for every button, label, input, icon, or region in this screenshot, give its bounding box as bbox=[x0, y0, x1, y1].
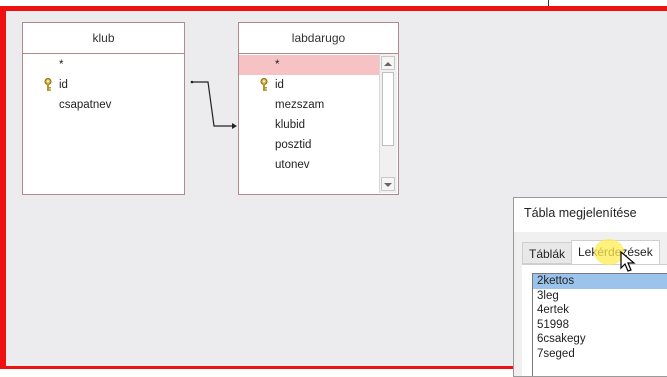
query-list[interactable]: 2kettos 3leg 4ertek 51998 6csakegy 7sege… bbox=[532, 273, 667, 376]
scroll-down-button[interactable] bbox=[381, 177, 395, 191]
show-table-dialog[interactable]: Tábla megjelenítése Táblák Lekérdezések … bbox=[513, 197, 667, 377]
list-item[interactable]: 3leg bbox=[533, 289, 667, 304]
field-posztid[interactable]: posztid bbox=[239, 135, 379, 155]
mouse-pointer-icon bbox=[620, 250, 636, 272]
field-id[interactable]: id bbox=[23, 75, 184, 95]
field-label: * bbox=[275, 59, 280, 71]
field-all[interactable]: * bbox=[239, 55, 379, 75]
field-list-scrollbar[interactable] bbox=[379, 54, 397, 193]
list-item[interactable]: 6csakegy bbox=[533, 332, 667, 347]
field-label: utonev bbox=[275, 159, 310, 171]
list-item[interactable]: 51998 bbox=[533, 318, 667, 333]
dialog-title: Tábla megjelenítése bbox=[524, 206, 637, 220]
list-item[interactable]: 4ertek bbox=[533, 303, 667, 318]
field-all[interactable]: * bbox=[23, 55, 184, 75]
field-csapatnev[interactable]: csapatnev bbox=[23, 95, 184, 115]
tab-panel: 2kettos 3leg 4ertek 51998 6csakegy 7sege… bbox=[522, 264, 667, 376]
field-label: klubid bbox=[275, 119, 306, 131]
field-utonev[interactable]: utonev bbox=[239, 155, 379, 175]
table-title[interactable]: klub bbox=[23, 23, 184, 54]
field-id[interactable]: id bbox=[239, 75, 379, 95]
field-label: id bbox=[59, 79, 68, 91]
primary-key-icon bbox=[44, 78, 52, 91]
table-klub[interactable]: klub * id csapatnev bbox=[22, 22, 185, 195]
list-item[interactable]: 2kettos bbox=[533, 274, 667, 289]
dialog-title-bar[interactable]: Tábla megjelenítése bbox=[514, 198, 667, 232]
table-labdarugo[interactable]: labdarugo * id mezszam klubid posztid ut… bbox=[238, 22, 399, 195]
field-label: csapatnev bbox=[59, 99, 112, 111]
list-item[interactable]: 7seged bbox=[533, 347, 667, 362]
field-label: mezszam bbox=[275, 99, 325, 111]
scroll-thumb[interactable] bbox=[382, 72, 394, 146]
field-mezszam[interactable]: mezszam bbox=[239, 95, 379, 115]
field-label: posztid bbox=[275, 139, 312, 151]
field-label: id bbox=[275, 79, 284, 91]
primary-key-icon bbox=[260, 78, 268, 91]
arrow-up-icon bbox=[384, 62, 392, 66]
tab-tables[interactable]: Táblák bbox=[522, 242, 573, 264]
scroll-up-button[interactable] bbox=[381, 56, 395, 70]
field-klubid[interactable]: klubid bbox=[239, 115, 379, 135]
arrow-down-icon bbox=[384, 183, 392, 187]
table-title[interactable]: labdarugo bbox=[239, 23, 398, 54]
field-label: * bbox=[59, 59, 64, 71]
